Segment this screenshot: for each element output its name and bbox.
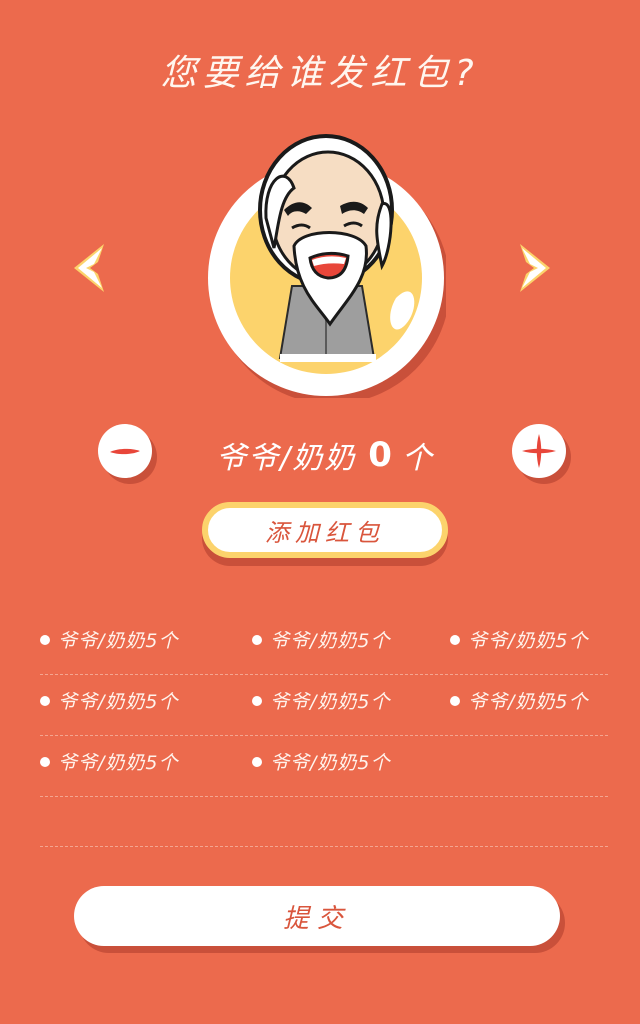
divider [40,846,608,847]
bullet-icon [40,756,50,767]
list-item: 爷爷/奶奶5个 [252,626,391,653]
list-item-label: 爷爷/奶奶5个 [468,630,589,652]
list-item-label: 爷爷/奶奶5个 [58,691,179,713]
list-row: 爷爷/奶奶5个 爷爷/奶奶5个 爷爷/奶奶5个 [40,618,608,675]
chevron-left-icon[interactable] [68,238,112,298]
bullet-icon [252,695,262,706]
bullet-icon [252,634,262,645]
count-unit: 个 [401,441,434,476]
page-title: 您要给谁发红包? [160,53,480,94]
list-item-label: 爷爷/奶奶5个 [468,691,589,713]
bullet-icon [450,695,460,706]
list-row: 爷爷/奶奶5个 爷爷/奶奶5个 [40,740,608,797]
bullet-icon [40,695,50,706]
count-value: 0 [368,435,394,475]
bullet-icon [40,634,50,645]
bullet-icon [450,634,460,645]
list-item-label: 爷爷/奶奶5个 [58,630,179,652]
minus-button[interactable] [98,424,152,478]
bullet-icon [252,756,262,767]
red-envelope-list: 爷爷/奶奶5个 爷爷/奶奶5个 爷爷/奶奶5个 爷爷/奶奶5个 爷爷/奶奶5个 … [40,618,608,797]
list-item-label: 爷爷/奶奶5个 [270,630,391,652]
list-item: 爷爷/奶奶5个 [40,626,179,653]
chevron-right-icon[interactable] [512,238,556,298]
list-item-label: 爷爷/奶奶5个 [58,752,179,774]
plus-button[interactable] [512,424,566,478]
list-item: 爷爷/奶奶5个 [40,687,179,714]
submit-button[interactable]: 提交 [74,886,560,946]
list-item: 爷爷/奶奶5个 [40,748,179,775]
list-item: 爷爷/奶奶5个 [252,687,391,714]
minus-icon [110,448,140,455]
count-display: 爷爷/奶奶 0 个 [190,430,460,480]
list-item-label: 爷爷/奶奶5个 [270,691,391,713]
list-item: 爷爷/奶奶5个 [450,626,589,653]
plus-icon [522,434,556,468]
list-row: 爷爷/奶奶5个 爷爷/奶奶5个 爷爷/奶奶5个 [40,679,608,736]
list-item: 爷爷/奶奶5个 [450,687,589,714]
list-item: 爷爷/奶奶5个 [252,748,391,775]
list-item-label: 爷爷/奶奶5个 [270,752,391,774]
count-label: 爷爷/奶奶 [216,441,357,476]
add-red-envelope-button[interactable]: 添加红包 [202,502,448,558]
grandpa-avatar [206,128,450,404]
